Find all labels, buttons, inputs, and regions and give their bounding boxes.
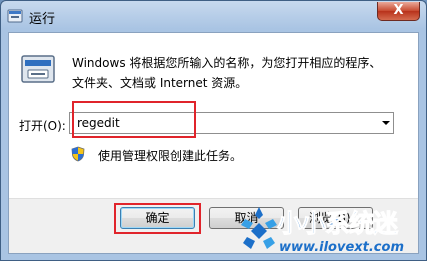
window-title: 运行 — [29, 12, 56, 27]
run-program-icon — [21, 55, 55, 83]
dialog-description: Windows 将根据您所输入的名称，为您打开相应的程序、 文件夹、文档或 In… — [72, 53, 381, 93]
open-label: 打开(O): — [19, 119, 66, 133]
admin-note: 使用管理权限创建此任务。 — [98, 149, 243, 163]
watermark-url: www.ilovext.com — [279, 240, 404, 255]
description-line-2: 文件夹、文档或 Internet 资源。 — [72, 76, 248, 90]
watermark-title: 小小系统迷 — [276, 209, 398, 239]
run-app-icon — [7, 9, 23, 23]
watermark-logo-icon — [241, 207, 277, 249]
uac-shield-icon — [71, 146, 85, 162]
description-line-1: Windows 将根据您所输入的名称，为您打开相应的程序、 — [72, 56, 382, 70]
input-highlight-box — [72, 101, 196, 138]
close-icon: X — [393, 3, 404, 18]
dropdown-arrow-icon[interactable] — [382, 121, 390, 125]
site-watermark: 小小系统迷 www.ilovext.com — [239, 199, 426, 260]
run-dialog-window: 运行 X Windows 将根据您所输入的名称，为您打开相应的程序、 文件夹、文… — [0, 0, 427, 261]
close-button[interactable]: X — [377, 2, 420, 21]
title-bar[interactable]: 运行 X — [1, 1, 426, 32]
ok-highlight-box — [114, 203, 201, 234]
